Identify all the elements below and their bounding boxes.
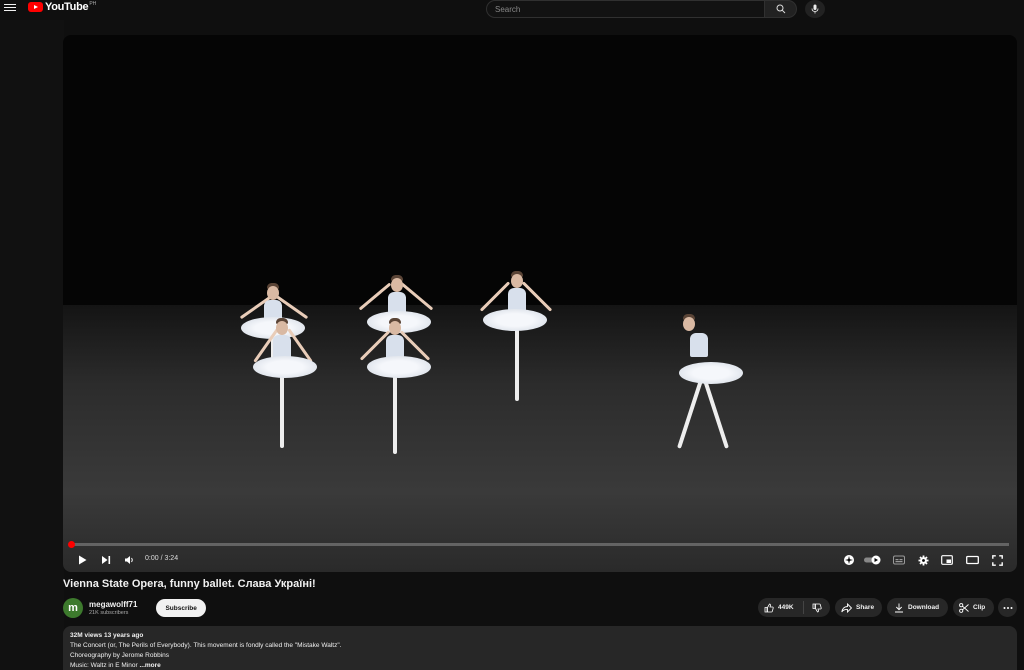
miniplayer-button[interactable] [939,553,955,567]
scissors-icon [959,602,969,613]
action-bar: 449K Share Download Clip [0,598,1024,617]
next-button[interactable] [99,553,113,567]
like-button[interactable]: 449K [758,601,804,614]
description-line-text: Music: Waltz in E Minor [70,662,138,669]
theater-mode-icon [965,555,979,565]
progress-bar[interactable] [68,541,1009,548]
description-line: Music: Waltz in E Minor ...more [70,661,1010,670]
background-left-margin [0,20,64,670]
play-button[interactable] [75,553,89,567]
voice-search-button[interactable] [805,0,825,18]
clip-label: Clip [973,604,986,611]
fullscreen-icon [991,554,1003,566]
gear-icon [918,555,928,565]
like-count: 449K [778,604,794,611]
time-display: 0:00 / 3:24 [145,555,179,562]
subtitles-button[interactable] [891,553,907,567]
player-controls: 0:00 / 3:24 [63,549,1017,571]
video-title: Vienna State Opera, funny ballet. Слава … [63,578,316,590]
download-button[interactable]: Download [887,598,948,617]
search-button[interactable] [765,0,797,18]
volume-icon [124,556,133,564]
subtitles-icon [893,555,905,565]
more-horizontal-icon [1003,606,1012,609]
skip-next-icon [102,556,111,564]
play-icon [78,555,86,565]
download-label: Download [908,604,940,611]
logo-text: YouTube [45,1,89,13]
dislike-button[interactable] [804,603,830,613]
description-box[interactable]: 32M views 13 years ago The Concert (or, … [63,626,1017,670]
autoplay-toggle[interactable] [862,553,884,567]
settings-button[interactable] [915,553,931,567]
top-bar: YouTube PH [0,0,1024,20]
volume-button[interactable] [122,553,136,567]
hamburger-menu-icon[interactable] [4,2,16,14]
miniplayer-icon [941,555,953,565]
autoplay-extra-button[interactable] [841,553,857,567]
more-actions-button[interactable] [998,598,1017,617]
view-count-and-date: 32M views 13 years ago [70,632,144,639]
thumbs-up-icon [764,603,774,612]
search-input[interactable] [486,0,765,18]
fullscreen-button[interactable] [989,553,1005,567]
like-dislike-group: 449K [758,598,830,617]
video-frame-stage [63,305,1017,572]
clip-button[interactable]: Clip [953,598,994,617]
youtube-play-icon [28,2,43,12]
search-bar [486,0,797,18]
video-player[interactable]: 0:00 / 3:24 [63,35,1017,572]
show-more-link[interactable]: ...more [139,662,160,669]
description-line: Choreography by Jerome Robbins [70,652,169,659]
share-label: Share [856,604,875,611]
microphone-icon [811,4,819,14]
description-line: The Concert (or, The Perils of Everybody… [70,642,342,649]
logo-region: PH [89,1,97,7]
theater-mode-button[interactable] [964,553,980,567]
share-button[interactable]: Share [835,598,882,617]
thumbs-down-icon [812,603,822,612]
search-icon [776,4,785,14]
download-icon [895,603,903,612]
progress-scrubber[interactable] [68,541,75,548]
share-icon [841,602,852,613]
ambient-mode-icon [844,555,854,565]
youtube-logo[interactable]: YouTube PH [28,1,96,13]
autoplay-toggle-icon [864,555,881,565]
